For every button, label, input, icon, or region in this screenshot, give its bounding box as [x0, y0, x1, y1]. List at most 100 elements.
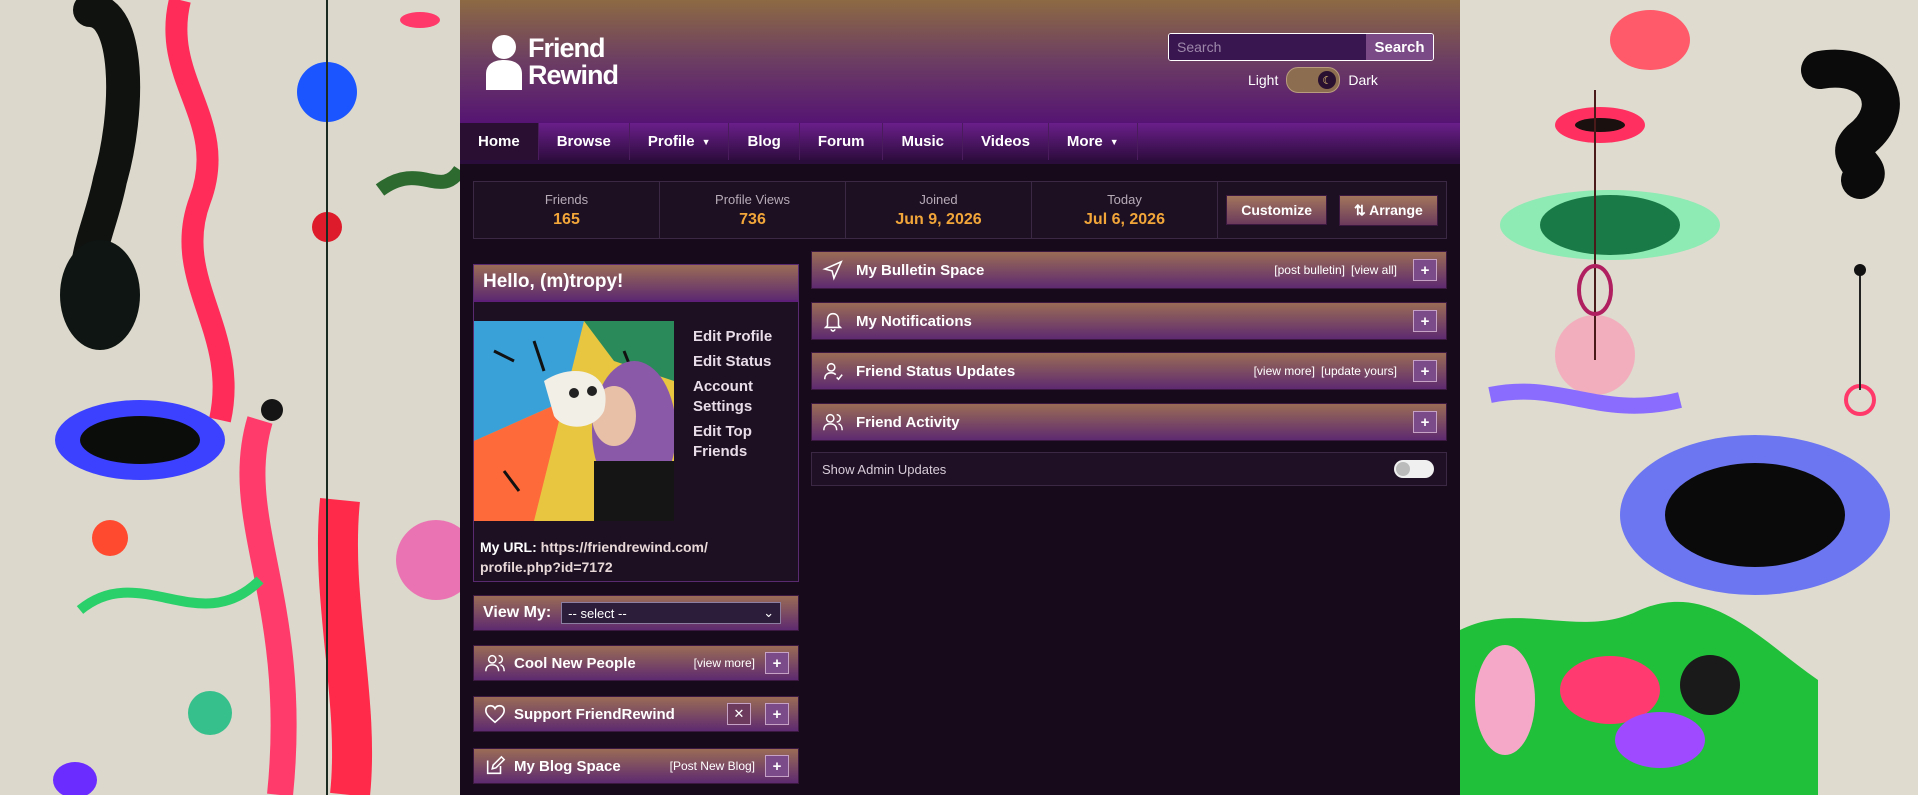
- nav-label: More: [1066, 133, 1103, 150]
- expand-button[interactable]: +: [1413, 411, 1437, 433]
- theme-switch[interactable]: ☾: [1286, 67, 1341, 93]
- nav-item-profile[interactable]: Profile ▼: [630, 123, 730, 160]
- view-more-link[interactable]: [view more]: [1254, 364, 1315, 378]
- site-header: Friend Rewind Search Light ☾ Dark: [460, 0, 1460, 123]
- user-check-icon: [823, 362, 843, 381]
- heart-icon: [485, 704, 505, 724]
- stat-value: 736: [739, 210, 766, 228]
- dark-label: Dark: [1348, 72, 1378, 88]
- users-icon: [823, 413, 843, 431]
- profile-box: Hello, (m)tropy! Edit Profile Edit Statu…: [473, 264, 799, 582]
- light-label: Light: [1248, 72, 1279, 88]
- nav-label: Videos: [981, 133, 1030, 150]
- stats-bar: Friends 165 Profile Views 736 Joined Jun…: [473, 181, 1447, 239]
- account-settings-link[interactable]: Account Settings: [693, 377, 793, 417]
- customize-button[interactable]: Customize: [1226, 195, 1327, 225]
- stat-label: Today: [1107, 191, 1142, 207]
- background-art-right: [1460, 0, 1918, 795]
- admin-updates-toggle[interactable]: [1394, 460, 1434, 478]
- expand-button[interactable]: +: [1413, 259, 1437, 281]
- nav-label: Blog: [747, 133, 781, 150]
- nav-item-browse[interactable]: Browse: [539, 123, 630, 160]
- expand-button[interactable]: +: [765, 652, 789, 674]
- nav-item-music[interactable]: Music: [883, 123, 963, 160]
- close-button[interactable]: ✕: [727, 703, 751, 725]
- edit-status-link[interactable]: Edit Status: [693, 352, 793, 372]
- notifications-panel: My Notifications +: [811, 302, 1447, 340]
- panel-title: Friend Status Updates: [856, 362, 1016, 380]
- nav-item-more[interactable]: More ▼: [1049, 123, 1138, 160]
- panel-title: My Blog Space: [514, 757, 621, 775]
- expand-button[interactable]: +: [1413, 360, 1437, 382]
- profile-photo[interactable]: [474, 321, 674, 521]
- bulletin-panel: My Bulletin Space [post bulletin] [view …: [811, 251, 1447, 289]
- nav-label: Browse: [556, 133, 611, 150]
- nav-item-blog[interactable]: Blog: [729, 123, 800, 160]
- profile-links: Edit Profile Edit Status Account Setting…: [693, 327, 793, 467]
- admin-updates-row: Show Admin Updates: [811, 452, 1447, 486]
- nav-label: Forum: [817, 133, 865, 150]
- stat-value: 165: [553, 210, 580, 228]
- arrange-button[interactable]: ⇅ Arrange: [1339, 194, 1438, 226]
- logo-text: Friend Rewind: [528, 33, 619, 90]
- main-nav: Home Browse Profile ▼ Blog Forum Music Vi…: [460, 123, 1460, 164]
- nav-label: Profile: [647, 133, 695, 150]
- post-bulletin-link[interactable]: [post bulletin]: [1274, 263, 1345, 277]
- search-input[interactable]: [1169, 34, 1366, 60]
- stat-label: Joined: [919, 191, 958, 207]
- select-value: -- select --: [568, 605, 627, 621]
- panel-title: Support FriendRewind: [514, 705, 675, 723]
- view-my-select[interactable]: -- select -- ⌄: [561, 602, 782, 624]
- moon-icon: ☾: [1318, 71, 1337, 89]
- post-new-blog-link[interactable]: [Post New Blog]: [670, 759, 755, 773]
- admin-updates-label: Show Admin Updates: [822, 461, 947, 477]
- expand-button[interactable]: +: [765, 755, 789, 777]
- stat-today: Today Jul 6, 2026: [1032, 182, 1218, 238]
- caret-down-icon: ▼: [1109, 136, 1119, 147]
- panel-title: My Notifications: [856, 312, 972, 330]
- expand-button[interactable]: +: [1413, 310, 1437, 332]
- view-my-label: View My:: [483, 604, 552, 621]
- toggle-knob: [1396, 462, 1410, 476]
- stat-value: Jun 9, 2026: [895, 210, 982, 228]
- stat-friends[interactable]: Friends 165: [474, 182, 660, 238]
- stat-label: Friends: [544, 191, 589, 207]
- caret-down-icon: ▼: [701, 136, 711, 147]
- background-art-left: [0, 0, 460, 795]
- edit-icon: [486, 755, 506, 775]
- view-all-link[interactable]: [view all]: [1351, 263, 1397, 277]
- view-my-panel: View My: -- select -- ⌄: [473, 595, 799, 631]
- site-logo[interactable]: Friend Rewind: [484, 33, 619, 90]
- view-more-link[interactable]: [view more]: [694, 656, 755, 670]
- panel-title: Cool New People: [514, 654, 636, 672]
- friend-status-panel: Friend Status Updates [view more] [updat…: [811, 352, 1447, 390]
- person-logo-icon: [486, 35, 522, 90]
- my-url: My URL: https://friendrewind.com/ profil…: [480, 537, 780, 577]
- bell-icon: [823, 312, 843, 332]
- nav-item-home[interactable]: Home: [460, 123, 539, 160]
- stat-buttons: Customize ⇅ Arrange: [1218, 182, 1446, 238]
- search-button[interactable]: Search: [1366, 34, 1433, 60]
- support-panel: Support FriendRewind ✕ +: [473, 696, 799, 732]
- edit-profile-link[interactable]: Edit Profile: [693, 327, 793, 347]
- cool-new-people-panel: Cool New People [view more] +: [473, 645, 799, 681]
- blog-space-panel: My Blog Space [Post New Blog] +: [473, 748, 799, 784]
- users-icon: [485, 654, 505, 672]
- update-yours-link[interactable]: [update yours]: [1321, 364, 1397, 378]
- chevron-down-icon: ⌄: [763, 605, 775, 620]
- theme-toggle: Light ☾ Dark: [1248, 67, 1378, 93]
- nav-item-videos[interactable]: Videos: [963, 123, 1049, 160]
- expand-button[interactable]: +: [765, 703, 789, 725]
- greeting-title: Hello, (m)tropy!: [474, 265, 798, 302]
- edit-top-friends-link[interactable]: Edit Top Friends: [693, 422, 793, 462]
- stat-value: Jul 6, 2026: [1084, 210, 1165, 228]
- nav-label: Home: [478, 133, 520, 150]
- search-form: Search: [1168, 33, 1434, 61]
- send-icon: [822, 260, 843, 281]
- stat-profile-views: Profile Views 736: [660, 182, 846, 238]
- stat-label: Profile Views: [715, 191, 790, 207]
- nav-item-forum[interactable]: Forum: [800, 123, 884, 160]
- friend-activity-panel: Friend Activity +: [811, 403, 1447, 441]
- stat-joined: Joined Jun 9, 2026: [846, 182, 1032, 238]
- panel-title: Friend Activity: [856, 413, 960, 431]
